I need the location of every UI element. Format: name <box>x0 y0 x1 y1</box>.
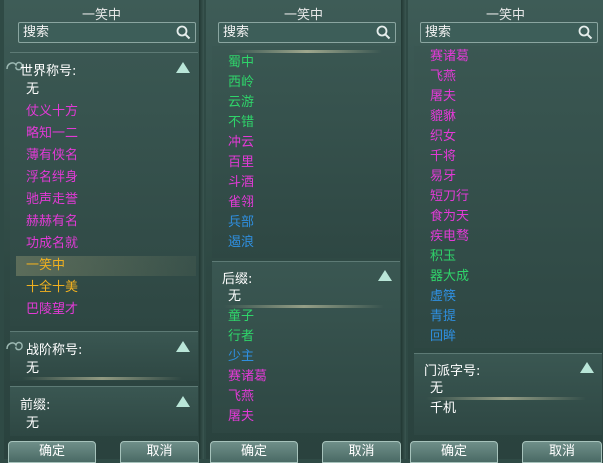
prefix-section: 前缀: 无 <box>10 386 198 436</box>
collapse-arrow-icon[interactable] <box>176 396 190 407</box>
cancel-button[interactable]: 取消 <box>322 441 401 463</box>
list-item[interactable]: 驰声走誉 <box>26 190 78 210</box>
search-box[interactable] <box>218 22 396 43</box>
list-item[interactable]: 短刀行 <box>430 187 469 207</box>
cancel-button[interactable]: 取消 <box>120 441 199 463</box>
section-header-label: 战阶称号: <box>26 343 83 358</box>
list-item[interactable]: 屠夫 <box>228 407 254 427</box>
confirm-button[interactable]: 确定 <box>410 441 498 463</box>
search-input[interactable] <box>425 24 570 41</box>
list-item[interactable]: 飞燕 <box>228 387 254 407</box>
list-item[interactable]: 行者 <box>228 327 254 347</box>
panel-title: 一笑中 <box>283 8 323 23</box>
divider <box>22 377 182 380</box>
section-header[interactable]: 世界称号: <box>10 57 198 79</box>
list-item[interactable]: 无 <box>26 414 39 434</box>
prefix-list-section: 蜀中 西岭 云游 不错 冲云 百里 斗酒 雀翎 兵部 遏浪 <box>212 46 400 258</box>
list-item[interactable]: 食为天 <box>430 207 469 227</box>
list-item[interactable]: 薄有侠名 <box>26 146 78 166</box>
list-item[interactable]: 冲云 <box>228 133 254 153</box>
section-header[interactable]: 战阶称号: <box>10 336 198 358</box>
list-item-selected[interactable]: 一笑中 <box>16 256 196 276</box>
list-item[interactable]: 百里 <box>228 153 254 173</box>
list-item[interactable]: 虚筷 <box>430 287 456 307</box>
list-item[interactable]: 千机 <box>430 399 456 419</box>
list-item[interactable]: 蜀中 <box>228 53 254 73</box>
sect-title-section: 门派字号: 无 千机 <box>414 353 602 435</box>
world-title-section: 世界称号: 无 仗义十方 略知一二 薄有侠名 浮名绊身 驰声走誉 赫赫有名 功成… <box>6 52 198 326</box>
panel-title: 一笑中 <box>485 8 525 23</box>
panel-title: 一笑中 <box>81 8 121 23</box>
list-item[interactable]: 积玉 <box>430 247 456 267</box>
title-panel-left: 一笑中 世界称号: 无 仗义十方 略知一二 薄有侠名 浮名绊身 驰声走誉 赫赫有… <box>4 0 204 463</box>
list-item[interactable]: 回眸 <box>430 327 456 347</box>
confirm-button[interactable]: 确定 <box>8 441 96 463</box>
list-item[interactable]: 无 <box>26 359 39 379</box>
suffix-section: 后缀: 无 童子 行者 少主 赛诸葛 飞燕 屠夫 <box>212 261 400 433</box>
list-item[interactable]: 少主 <box>228 347 254 367</box>
list-item[interactable]: 无 <box>430 379 443 399</box>
list-item[interactable]: 赫赫有名 <box>26 212 78 232</box>
list-item[interactable]: 十全十美 <box>26 278 78 298</box>
section-header-label: 门派字号: <box>424 364 481 379</box>
section-header[interactable]: 后缀: <box>212 265 400 287</box>
list-item[interactable]: 云游 <box>228 93 254 113</box>
list-item[interactable]: 易牙 <box>430 167 456 187</box>
list-item[interactable]: 器大成 <box>430 267 469 287</box>
list-item[interactable]: 疾电骛 <box>430 227 469 247</box>
search-box[interactable] <box>420 22 598 43</box>
list-item[interactable]: 雀翎 <box>228 193 254 213</box>
collapse-arrow-icon[interactable] <box>378 270 392 281</box>
list-item[interactable]: 西岭 <box>228 73 254 93</box>
search-input[interactable] <box>223 24 368 41</box>
list-item[interactable]: 貔貅 <box>430 107 456 127</box>
section-header-label: 后缀: <box>222 272 253 287</box>
list-item[interactable]: 功成名就 <box>26 234 78 254</box>
collapse-arrow-icon[interactable] <box>580 362 594 373</box>
cancel-button[interactable]: 取消 <box>522 441 602 463</box>
list-item[interactable]: 不错 <box>228 113 254 133</box>
list-item[interactable]: 斗酒 <box>228 173 254 193</box>
collapse-arrow-icon[interactable] <box>176 341 190 352</box>
section-header-label: 世界称号: <box>20 64 77 79</box>
section-header[interactable]: 门派字号: <box>414 357 602 379</box>
list-item[interactable]: 浮名绊身 <box>26 168 78 188</box>
list-item[interactable]: 青提 <box>430 307 456 327</box>
list-item[interactable]: 织女 <box>430 127 456 147</box>
list-item[interactable]: 无 <box>228 287 241 307</box>
list-item[interactable]: 遏浪 <box>228 233 254 253</box>
collapse-arrow-icon[interactable] <box>176 62 190 73</box>
section-header[interactable]: 前缀: <box>10 391 198 413</box>
confirm-button[interactable]: 确定 <box>210 441 298 463</box>
battle-rank-section: 战阶称号: 无 <box>6 331 198 381</box>
list-item[interactable]: 兵部 <box>228 213 254 233</box>
list-item[interactable]: 无 <box>26 80 39 100</box>
list-item[interactable]: 巴陵望才 <box>26 300 78 320</box>
list-item[interactable]: 童子 <box>228 307 254 327</box>
list-item[interactable]: 千将 <box>430 147 456 167</box>
search-box[interactable] <box>18 22 196 43</box>
list-item[interactable]: 赛诸葛 <box>228 367 267 387</box>
title-panel-middle: 一笑中 蜀中 西岭 云游 不错 冲云 百里 斗酒 雀翎 兵部 遏浪 后缀: 无 … <box>206 0 406 463</box>
search-icon[interactable] <box>578 25 593 40</box>
list-item[interactable]: 仗义十方 <box>26 102 78 122</box>
search-icon[interactable] <box>176 25 191 40</box>
section-header-label: 前缀: <box>20 398 51 413</box>
list-item[interactable]: 屠夫 <box>430 87 456 107</box>
search-input[interactable] <box>23 24 168 41</box>
suffix-list-section: 赛诸葛 飞燕 屠夫 貔貅 织女 千将 易牙 短刀行 食为天 疾电骛 积玉 器大成… <box>414 46 602 348</box>
list-item[interactable]: 赛诸葛 <box>430 47 469 67</box>
scroll-indicator[interactable] <box>232 50 382 53</box>
list-item[interactable]: 飞燕 <box>430 67 456 87</box>
search-icon[interactable] <box>376 25 391 40</box>
list-item[interactable]: 略知一二 <box>26 124 78 144</box>
title-panel-right: 一笑中 赛诸葛 飞燕 屠夫 貔貅 织女 千将 易牙 短刀行 食为天 疾电骛 积玉… <box>408 0 603 463</box>
